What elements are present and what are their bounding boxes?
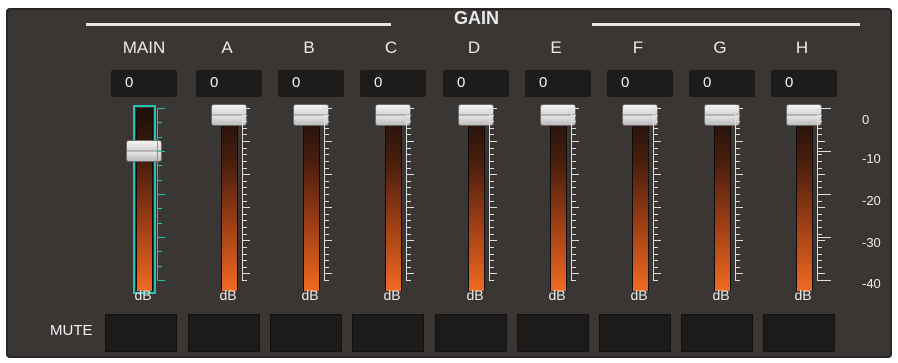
scale-label-minus40: -40 [862, 276, 881, 291]
gain-value-field-b[interactable]: 0 [278, 70, 344, 97]
gain-panel: GAIN MAIN 0 dB A 0 dB B 0 dB C 0 dB D 0 dB E 0 dB F 0 dB G 0 dB… [6, 8, 892, 358]
channel-label-c: C [384, 38, 398, 57]
scale-label-minus10: -10 [862, 151, 881, 166]
db-unit-label-a: dB [219, 287, 237, 303]
fader-track-e[interactable] [550, 108, 567, 291]
gain-value-field-a[interactable]: 0 [196, 70, 262, 97]
scale-label-0: 0 [862, 112, 870, 127]
channel-label-d: D [467, 38, 481, 57]
mute-label: MUTE [50, 322, 93, 339]
fader-track-c[interactable] [385, 108, 402, 291]
channel-label-e: E [550, 38, 562, 57]
fader-track-f[interactable] [632, 108, 649, 291]
fader-scale-b [324, 108, 334, 281]
db-unit-label-h: dB [794, 287, 812, 303]
scale-label-minus20: -20 [862, 193, 881, 208]
mute-button-e[interactable] [517, 314, 589, 352]
db-unit-label-b: dB [301, 287, 319, 303]
fader-scale-g [735, 108, 745, 281]
fader-track-g[interactable] [714, 108, 731, 291]
fader-track-h[interactable] [796, 108, 813, 291]
gain-value-field-h[interactable]: 0 [771, 70, 837, 97]
gain-divider-right [592, 23, 860, 26]
mute-button-a[interactable] [188, 314, 260, 352]
channel-label-g: G [713, 38, 727, 57]
gain-value-field-c[interactable]: 0 [360, 70, 426, 97]
db-unit-label-c: dB [383, 287, 401, 303]
db-unit-label-e: dB [548, 287, 566, 303]
fader-scale-main [157, 108, 167, 281]
db-unit-label-d: dB [466, 287, 484, 303]
mute-button-main[interactable] [105, 314, 177, 352]
db-unit-label-main: dB [134, 287, 152, 303]
mute-button-b[interactable] [270, 314, 342, 352]
channel-label-b: B [303, 38, 315, 57]
scale-label-minus30: -30 [862, 235, 881, 250]
fader-scale-c [406, 108, 416, 281]
gain-value-field-e[interactable]: 0 [525, 70, 591, 97]
channel-label-h: H [795, 38, 809, 57]
gain-title: GAIN [454, 8, 499, 28]
fader-scale-h [817, 108, 831, 281]
channel-label-f: F [632, 38, 644, 57]
fader-track-main[interactable] [133, 105, 156, 294]
mute-button-d[interactable] [435, 314, 507, 352]
db-unit-label-g: dB [712, 287, 730, 303]
fader-track-d[interactable] [468, 108, 485, 291]
gain-value-field-f[interactable]: 0 [607, 70, 673, 97]
gain-value-field-main[interactable]: 0 [111, 70, 177, 97]
fader-scale-a [242, 108, 252, 281]
fader-scale-e [571, 108, 581, 281]
fader-scale-f [653, 108, 663, 281]
fader-scale-d [489, 108, 499, 281]
channel-label-a: A [221, 38, 233, 57]
mute-button-f[interactable] [599, 314, 671, 352]
channel-label-main: MAIN [122, 38, 166, 57]
mute-button-g[interactable] [681, 314, 753, 352]
gain-value-field-g[interactable]: 0 [689, 70, 755, 97]
db-unit-label-f: dB [630, 287, 648, 303]
mute-button-h[interactable] [763, 314, 835, 352]
fader-track-a[interactable] [221, 108, 238, 291]
gain-value-field-d[interactable]: 0 [443, 70, 509, 97]
fader-track-b[interactable] [303, 108, 320, 291]
gain-divider-left [86, 23, 391, 26]
mute-button-c[interactable] [352, 314, 424, 352]
